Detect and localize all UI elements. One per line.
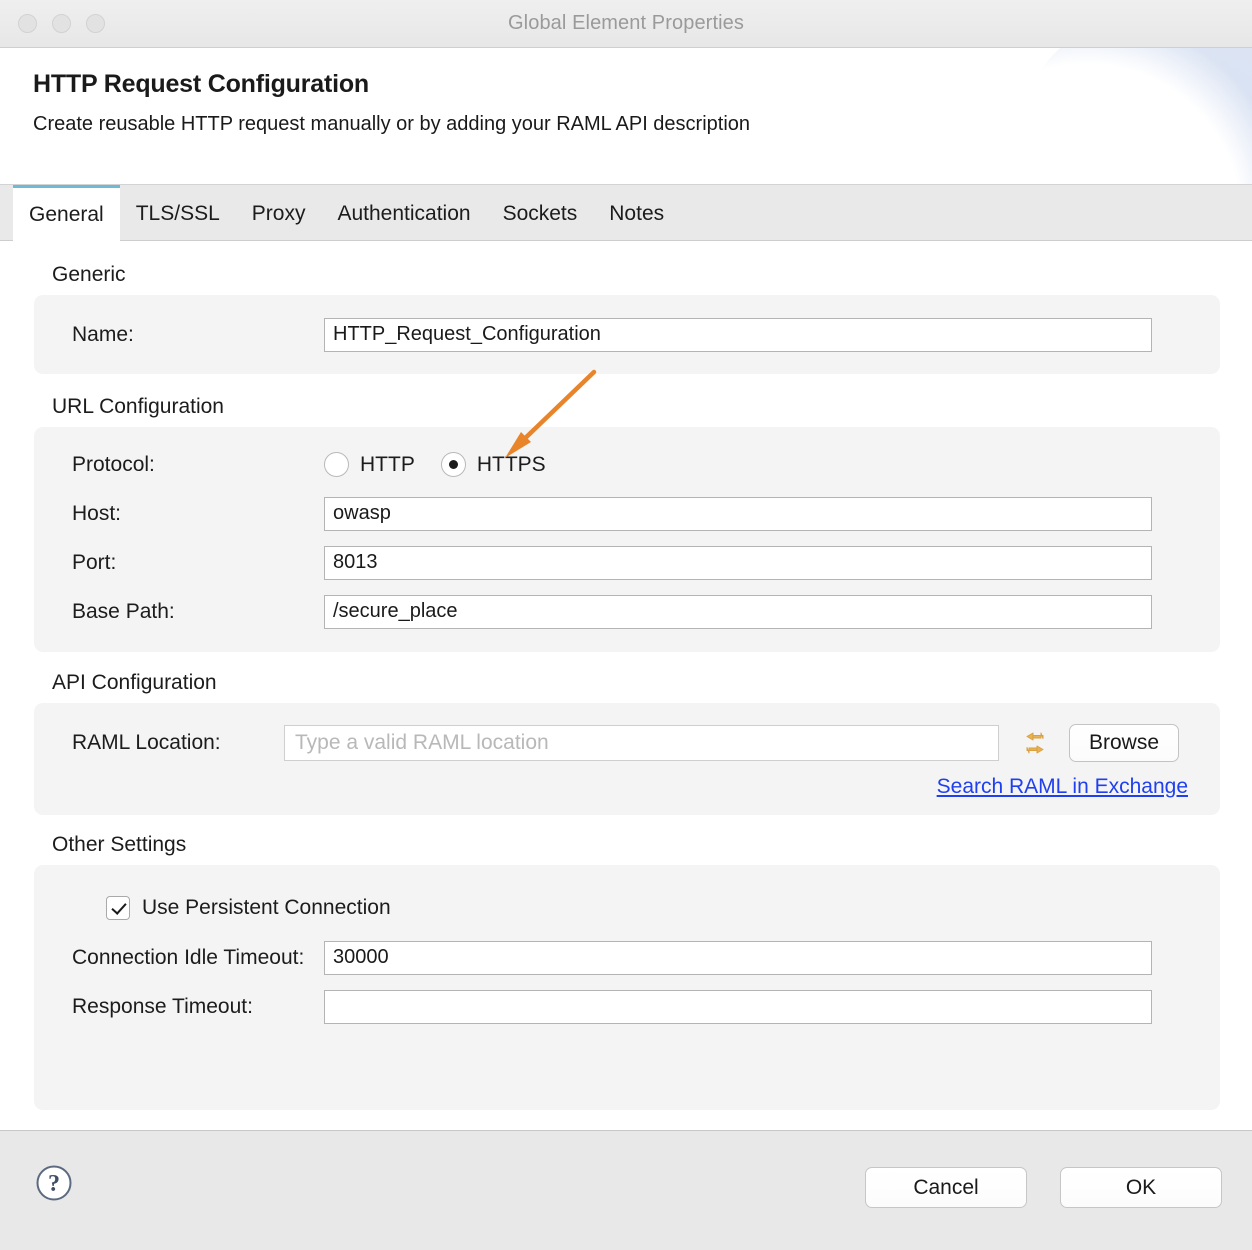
- radio-option-http[interactable]: HTTP: [324, 452, 415, 477]
- minimize-button[interactable]: [52, 14, 71, 33]
- row-raml-location: RAML Location: Type a valid RAML locatio…: [34, 715, 1220, 771]
- tab-bar: General TLS/SSL Proxy Authentication Soc…: [0, 185, 1252, 241]
- host-input[interactable]: owasp: [324, 497, 1152, 531]
- maximize-button[interactable]: [86, 14, 105, 33]
- use-persistent-connection-label: Use Persistent Connection: [142, 896, 391, 920]
- base-path-input[interactable]: /secure_place: [324, 595, 1152, 629]
- tab-proxy[interactable]: Proxy: [236, 185, 322, 240]
- global-element-properties-dialog: Global Element Properties HTTP Request C…: [0, 0, 1252, 1250]
- section-heading-other-settings: Other Settings: [0, 833, 1252, 857]
- name-label: Name:: [34, 323, 324, 347]
- cancel-button[interactable]: Cancel: [865, 1167, 1027, 1208]
- row-response-timeout: Response Timeout:: [34, 982, 1220, 1031]
- window-title: Global Element Properties: [0, 12, 1252, 35]
- protocol-radio-group: HTTP HTTPS: [324, 452, 546, 477]
- dialog-footer: ? Cancel OK: [0, 1130, 1252, 1250]
- https-radio-label: HTTPS: [477, 453, 546, 477]
- browse-button[interactable]: Browse: [1069, 724, 1179, 762]
- https-radio-button[interactable]: [441, 452, 466, 477]
- tab-sockets[interactable]: Sockets: [487, 185, 594, 240]
- radio-option-https[interactable]: HTTPS: [441, 452, 546, 477]
- response-timeout-input[interactable]: [324, 990, 1152, 1024]
- use-persistent-connection-checkbox[interactable]: [106, 896, 130, 920]
- close-button[interactable]: [18, 14, 37, 33]
- help-icon[interactable]: ?: [35, 1164, 73, 1202]
- protocol-label: Protocol:: [34, 453, 324, 477]
- http-radio-label: HTTP: [360, 453, 415, 477]
- connection-idle-timeout-label: Connection Idle Timeout:: [34, 946, 324, 970]
- row-persistent-connection: Use Persistent Connection: [34, 883, 1220, 933]
- tab-authentication[interactable]: Authentication: [321, 185, 486, 240]
- row-port: Port: 8013: [34, 538, 1220, 587]
- port-input[interactable]: 8013: [324, 546, 1152, 580]
- raml-location-label: RAML Location:: [34, 731, 284, 755]
- row-protocol: Protocol: HTTP HTTPS: [34, 440, 1220, 489]
- port-label: Port:: [34, 551, 324, 575]
- panel-api-configuration: RAML Location: Type a valid RAML locatio…: [34, 703, 1220, 815]
- http-radio-button[interactable]: [324, 452, 349, 477]
- row-host: Host: owasp: [34, 489, 1220, 538]
- dialog-header: HTTP Request Configuration Create reusab…: [0, 48, 1252, 185]
- exchange-link-row: Search RAML in Exchange: [34, 771, 1220, 815]
- search-raml-in-exchange-link[interactable]: Search RAML in Exchange: [937, 775, 1188, 799]
- section-heading-generic: Generic: [0, 263, 1252, 287]
- response-timeout-label: Response Timeout:: [34, 995, 324, 1019]
- refresh-icon[interactable]: [1019, 727, 1051, 759]
- tab-notes[interactable]: Notes: [593, 185, 680, 240]
- ok-button[interactable]: OK: [1060, 1167, 1222, 1208]
- section-heading-api-configuration: API Configuration: [0, 671, 1252, 695]
- base-path-label: Base Path:: [34, 600, 324, 624]
- tab-general[interactable]: General: [13, 185, 120, 241]
- tab-tls-ssl[interactable]: TLS/SSL: [120, 185, 236, 240]
- panel-generic: Name: HTTP_Request_Configuration: [34, 295, 1220, 374]
- row-base-path: Base Path: /secure_place: [34, 587, 1220, 636]
- window-controls: [18, 14, 105, 33]
- host-label: Host:: [34, 502, 324, 526]
- title-bar: Global Element Properties: [0, 0, 1252, 48]
- use-persistent-connection-option[interactable]: Use Persistent Connection: [34, 896, 391, 920]
- svg-text:?: ?: [48, 1171, 60, 1197]
- section-heading-url-configuration: URL Configuration: [0, 395, 1252, 419]
- footer-button-group: Cancel OK: [865, 1167, 1222, 1208]
- name-input[interactable]: HTTP_Request_Configuration: [324, 318, 1152, 352]
- general-tab-content: Generic Name: HTTP_Request_Configuration…: [0, 241, 1252, 1130]
- raml-location-input[interactable]: Type a valid RAML location: [284, 725, 999, 761]
- row-connection-idle-timeout: Connection Idle Timeout: 30000: [34, 933, 1220, 982]
- panel-other-settings: Use Persistent Connection Connection Idl…: [34, 865, 1220, 1110]
- panel-url-configuration: Protocol: HTTP HTTPS Host: owasp Por: [34, 427, 1220, 652]
- page-subtitle: Create reusable HTTP request manually or…: [0, 99, 1252, 136]
- row-name: Name: HTTP_Request_Configuration: [34, 310, 1220, 359]
- page-title: HTTP Request Configuration: [0, 48, 1252, 99]
- connection-idle-timeout-input[interactable]: 30000: [324, 941, 1152, 975]
